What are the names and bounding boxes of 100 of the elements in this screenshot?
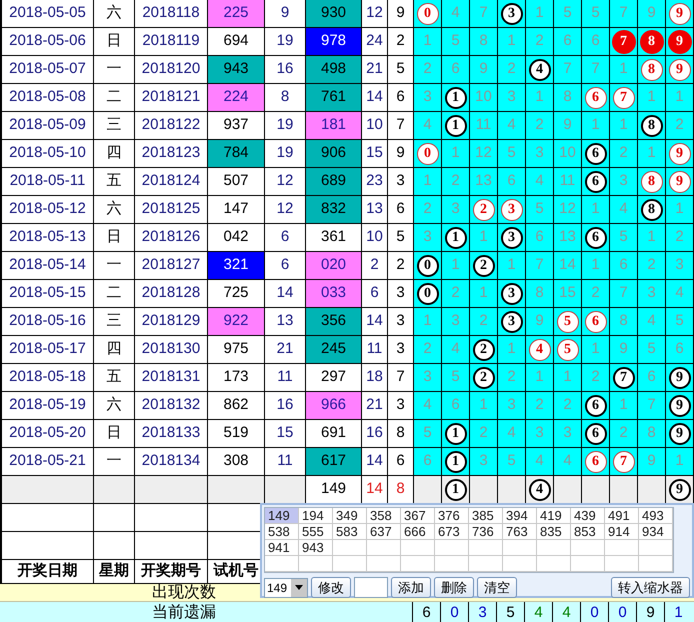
test-number-cell: 321: [208, 252, 265, 280]
miss-count-cell: 3: [610, 168, 638, 196]
span-cell: 6: [388, 448, 414, 476]
miss-count-cell: 8: [554, 84, 582, 112]
miss-count-cell: 1: [414, 168, 442, 196]
number-item[interactable]: 853: [571, 524, 605, 540]
miss-count-cell: 7: [582, 56, 610, 84]
number-item[interactable]: 736: [469, 524, 503, 540]
sum-cell: 16: [265, 392, 306, 420]
action-button[interactable]: 删除: [434, 577, 474, 598]
number-item[interactable]: 555: [299, 524, 333, 540]
miss-count-cell: 4: [526, 448, 554, 476]
weekday-cell: 日: [94, 420, 135, 448]
miss-count-cell: 1: [610, 392, 638, 420]
miss-count-cell: 12: [470, 140, 498, 168]
action-button[interactable]: 添加: [391, 577, 431, 598]
number-item[interactable]: 763: [503, 524, 537, 540]
miss-count-cell: 5: [498, 448, 526, 476]
empty-slot: [265, 556, 299, 572]
action-button[interactable]: 清空: [477, 577, 517, 598]
number-item[interactable]: 673: [435, 524, 469, 540]
number-item[interactable]: 637: [367, 524, 401, 540]
period-cell: 2018128: [135, 280, 208, 308]
test-number-cell: 922: [208, 308, 265, 336]
miss-count-cell: 2: [638, 252, 666, 280]
period-cell: 2018119: [135, 28, 208, 56]
transfer-button[interactable]: 转入缩水器: [611, 577, 690, 598]
number-item[interactable]: 491: [605, 508, 639, 524]
sum-cell: 11: [265, 364, 306, 392]
edit-button[interactable]: 修改: [311, 577, 351, 598]
draw-number-cell: 930: [306, 0, 362, 28]
number-item[interactable]: 394: [503, 508, 537, 524]
number-item[interactable]: 941: [265, 540, 299, 556]
span-cell: 3: [388, 308, 414, 336]
sum-cell: 9: [265, 0, 306, 28]
miss-count-cell: 6: [582, 28, 610, 56]
number-item[interactable]: 666: [401, 524, 435, 540]
miss-value: 4: [524, 602, 552, 622]
value-cell: 6: [362, 280, 388, 308]
weekday-cell: 六: [94, 0, 135, 28]
miss-count-cell: 7: [610, 280, 638, 308]
draw-number-cell: 245: [306, 336, 362, 364]
number-item[interactable]: 349: [333, 508, 367, 524]
empty-slot: [639, 540, 673, 556]
number-item[interactable]: 835: [537, 524, 571, 540]
date-cell: 2018-05-08: [2, 84, 94, 112]
number-item[interactable]: 538: [265, 524, 299, 540]
sum-cell: 15: [265, 420, 306, 448]
miss-count-cell: 10: [470, 84, 498, 112]
miss-count-cell: 4: [610, 196, 638, 224]
miss-count-cell: 2: [498, 56, 526, 84]
number-item[interactable]: 194: [299, 508, 333, 524]
number-item[interactable]: 376: [435, 508, 469, 524]
span-cell: 8: [388, 420, 414, 448]
value-cell: 12: [362, 0, 388, 28]
number-item[interactable]: 439: [571, 508, 605, 524]
number-item[interactable]: 367: [401, 508, 435, 524]
empty-slot: [605, 556, 639, 572]
empty-slot: [299, 556, 333, 572]
sum-cell: 21: [265, 336, 306, 364]
miss-value: 4: [552, 602, 580, 622]
test-number-cell: 173: [208, 364, 265, 392]
number-item[interactable]: 493: [639, 508, 673, 524]
empty-slot: [435, 540, 469, 556]
miss-value: 0: [440, 602, 468, 622]
date-cell: 2018-05-11: [2, 168, 94, 196]
miss-count-cell: 1: [470, 224, 498, 252]
miss-count-cell: 1: [470, 280, 498, 308]
value-cell: 14: [362, 308, 388, 336]
empty-slot: [571, 556, 605, 572]
number-item[interactable]: 149: [265, 508, 299, 524]
number-item[interactable]: 358: [367, 508, 401, 524]
number-item[interactable]: 419: [537, 508, 571, 524]
miss-count-cell: 1: [526, 0, 554, 28]
span-cell: 3: [388, 168, 414, 196]
miss-count-cell: 15: [554, 280, 582, 308]
miss-count-cell: 14: [554, 252, 582, 280]
value-cell: 15: [362, 140, 388, 168]
empty-slot: [367, 540, 401, 556]
miss-count-cell: 7: [554, 56, 582, 84]
miss-count-cell: 2: [554, 392, 582, 420]
number-item[interactable]: 583: [333, 524, 367, 540]
weekday-cell: 五: [94, 168, 135, 196]
miss-count-cell: 9: [526, 308, 554, 336]
number-item[interactable]: 934: [639, 524, 673, 540]
miss-count-cell: 5: [526, 196, 554, 224]
dropdown-arrow-button[interactable]: [291, 578, 307, 596]
miss-count-cell: 1: [442, 252, 470, 280]
miss-count-cell: 9: [638, 0, 666, 28]
number-input-field[interactable]: [354, 577, 388, 598]
number-item[interactable]: 914: [605, 524, 639, 540]
miss-row-label: 当前遗漏: [152, 602, 216, 622]
number-item[interactable]: 385: [469, 508, 503, 524]
number-item[interactable]: 943: [299, 540, 333, 556]
weekday-cell: 三: [94, 112, 135, 140]
weekday-cell: 四: [94, 336, 135, 364]
span-cell: 5: [388, 224, 414, 252]
span-cell: 3: [388, 336, 414, 364]
miss-count-cell: 1: [414, 308, 442, 336]
number-dropdown[interactable]: 149: [264, 578, 308, 598]
